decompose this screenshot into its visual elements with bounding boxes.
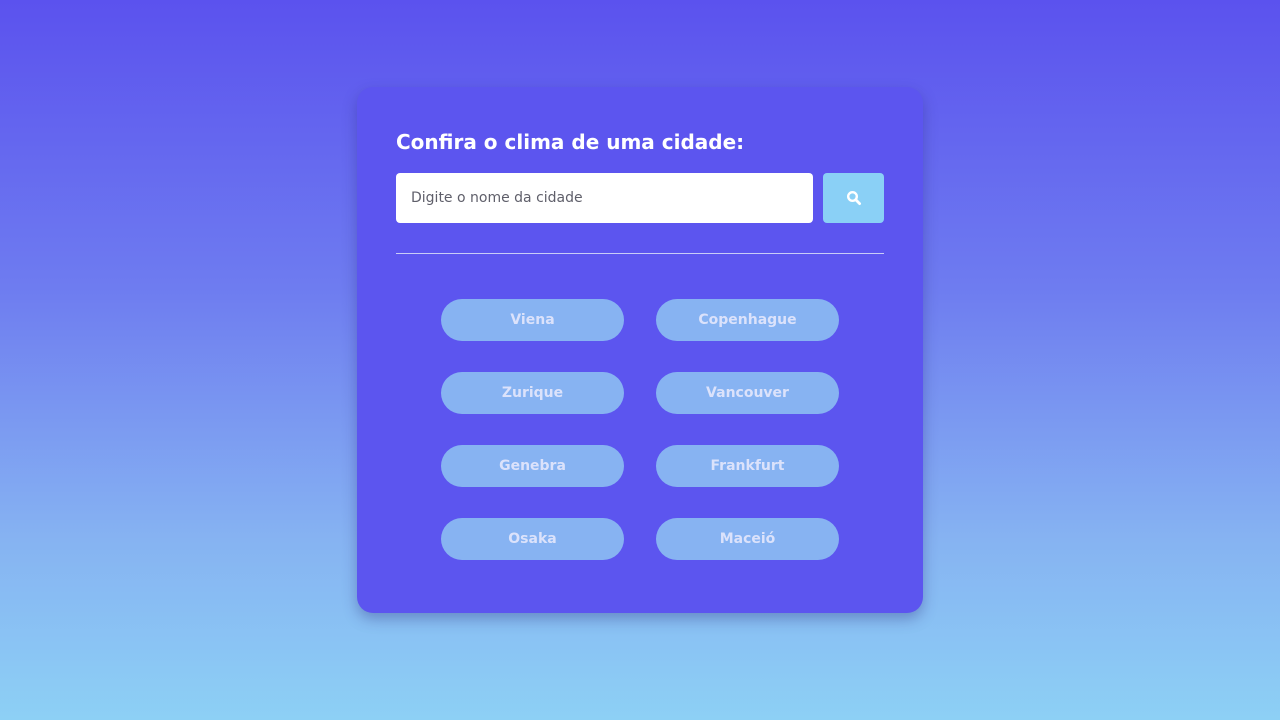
divider: [396, 253, 884, 254]
city-button-copenhague[interactable]: Copenhague: [656, 299, 839, 341]
weather-card: Confira o clima de uma cidade: Viena Cop…: [357, 87, 923, 613]
city-button-genebra[interactable]: Genebra: [441, 445, 624, 487]
city-button-frankfurt[interactable]: Frankfurt: [656, 445, 839, 487]
search-form: [396, 173, 884, 223]
city-button-osaka[interactable]: Osaka: [441, 518, 624, 560]
search-button[interactable]: [823, 173, 884, 223]
city-suggestions: Viena Copenhague Zurique Vancouver Geneb…: [396, 299, 884, 560]
city-button-zurique[interactable]: Zurique: [441, 372, 624, 414]
city-search-input[interactable]: [396, 173, 813, 223]
card-title: Confira o clima de uma cidade:: [396, 130, 745, 154]
search-icon: [846, 190, 861, 206]
city-button-vancouver[interactable]: Vancouver: [656, 372, 839, 414]
city-button-maceio[interactable]: Maceió: [656, 518, 839, 560]
city-button-viena[interactable]: Viena: [441, 299, 624, 341]
